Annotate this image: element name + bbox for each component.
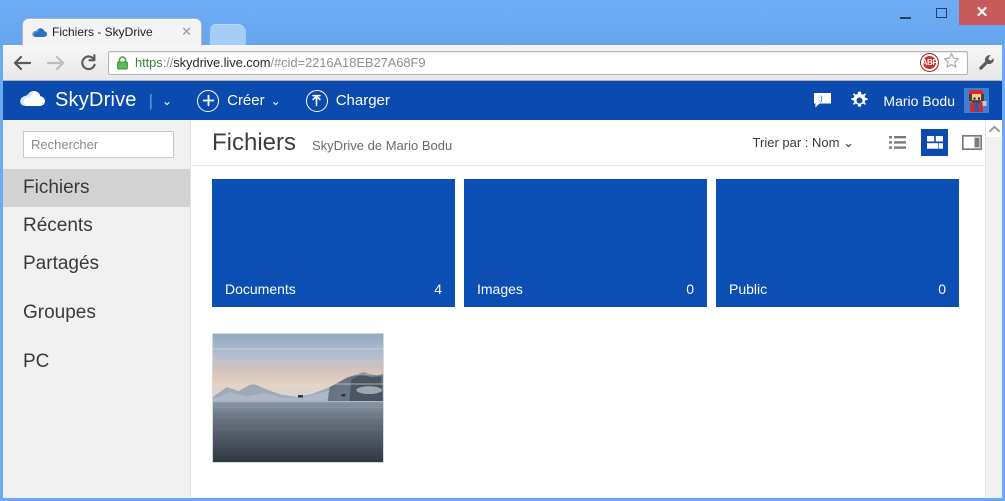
tile-count: 0 — [686, 281, 694, 297]
details-pane-icon — [961, 135, 982, 150]
chrome-menu-button[interactable] — [972, 54, 1002, 72]
create-label: Créer — [227, 92, 265, 109]
content-header: Fichiers SkyDrive de Mario Bodu Trier pa… — [191, 120, 985, 166]
url-path: /#cid=2216A18EB27A68F9 — [270, 55, 426, 70]
browser-window: ✕ Fichiers - SkyDrive ✕ https://skydrive… — [0, 0, 1005, 501]
upload-button[interactable]: Charger — [305, 89, 390, 112]
tile-footer: Public 0 — [716, 281, 959, 297]
list-view-button[interactable] — [884, 129, 911, 156]
wrench-icon — [979, 54, 994, 70]
folder-tile-images[interactable]: Images 0 — [464, 179, 707, 307]
star-icon[interactable] — [943, 52, 960, 74]
folder-tile-public[interactable]: Public 0 — [716, 179, 959, 307]
sidebar-item-label: PC — [23, 351, 50, 372]
reload-button[interactable] — [74, 49, 102, 77]
skydrive-cloud-logo-icon — [20, 90, 46, 112]
sidebar-item-label: Récents — [23, 215, 93, 236]
address-bar[interactable]: https://skydrive.live.com/#cid=2216A18EB… — [108, 50, 968, 75]
tile-footer: Documents 4 — [212, 281, 455, 297]
forward-button[interactable] — [41, 49, 69, 77]
search-box[interactable] — [23, 131, 222, 158]
upload-circle-icon — [305, 89, 328, 112]
tiles-view-icon — [926, 136, 943, 149]
sidebar-item-label: Partagés — [23, 253, 100, 274]
folder-tile-documents[interactable]: Documents 4 — [212, 179, 455, 307]
tile-name: Public — [729, 281, 768, 297]
sidebar-item-groupes[interactable]: Groupes — [3, 294, 190, 332]
tile-name: Documents — [225, 281, 296, 297]
chevron-up-icon — [988, 125, 1000, 132]
sidebar-divider-gap-2 — [3, 332, 190, 343]
browser-tab-skydrive[interactable]: Fichiers - SkyDrive ✕ — [22, 18, 202, 45]
back-button[interactable] — [8, 49, 36, 77]
tiles-view-button[interactable] — [921, 129, 948, 156]
sort-by-label: Trier par : Nom — [752, 134, 840, 150]
tab-strip: Fichiers - SkyDrive ✕ — [0, 18, 1005, 45]
page-title: Fichiers — [212, 128, 297, 156]
content-area: Fichiers SkyDrive de Mario Bodu Trier pa… — [191, 120, 1002, 498]
back-arrow-icon — [13, 55, 31, 70]
sidebar-item-label: Groupes — [23, 302, 96, 323]
content-header-actions: Trier par : Nom ⌄ — [753, 129, 985, 156]
sidebar-divider-gap — [3, 283, 190, 294]
mario-avatar[interactable] — [964, 88, 989, 113]
sidebar-item-fichiers[interactable]: Fichiers — [3, 169, 190, 207]
header-user-area: :) Mario Bodu — [813, 88, 1002, 113]
create-button[interactable]: Créer ⌄ — [197, 89, 281, 112]
new-tab-button[interactable] — [209, 24, 247, 45]
details-pane-button[interactable] — [958, 129, 985, 156]
upload-label: Charger — [335, 92, 390, 109]
url-scheme: https — [135, 55, 163, 70]
skydrive-body: Fichiers Récents Partagés Groupes PC — [3, 120, 1002, 498]
browser-toolbar: https://skydrive.live.com/#cid=2216A18EB… — [3, 45, 1002, 81]
chevron-down-icon: ⌄ — [843, 134, 854, 150]
adblock-plus-icon[interactable]: ABP — [921, 54, 938, 71]
skydrive-header: SkyDrive | ⌄ Créer ⌄ Charger:) Mario Bo… — [3, 81, 1002, 120]
sidebar-item-partages[interactable]: Partagés — [3, 245, 190, 283]
page-viewport: SkyDrive | ⌄ Créer ⌄ Charger:) Mario Bo… — [3, 81, 1002, 498]
svg-text::): :) — [818, 94, 823, 103]
folder-tiles: Documents 4 Images 0 Public 0 — [191, 166, 1002, 307]
sidebar: Fichiers Récents Partagés Groupes PC — [3, 120, 222, 498]
scrollbar-track[interactable] — [986, 137, 1002, 498]
sidebar-item-recents[interactable]: Récents — [3, 207, 190, 245]
reload-icon — [81, 53, 96, 70]
user-name[interactable]: Mario Bodu — [883, 93, 955, 109]
list-view-icon — [889, 136, 906, 149]
scrollbar-up-button[interactable] — [986, 120, 1002, 137]
tab-title: Fichiers - SkyDrive — [52, 25, 153, 39]
sort-by-dropdown[interactable]: Trier par : Nom ⌄ — [753, 135, 854, 151]
url-separator: :// — [162, 55, 174, 70]
maximize-icon — [935, 7, 947, 18]
tile-footer: Images 0 — [464, 281, 707, 297]
forward-arrow-icon — [46, 55, 64, 70]
brand-chevron-down-icon[interactable]: ⌄ — [162, 94, 172, 108]
sidebar-item-label: Fichiers — [23, 177, 90, 198]
tile-count: 4 — [434, 281, 442, 297]
url-text: https://skydrive.live.com/#cid=2216A18EB… — [135, 55, 921, 70]
messaging-icon[interactable]: :) — [813, 92, 832, 109]
gear-icon[interactable] — [850, 91, 869, 110]
create-chevron-down-icon: ⌄ — [270, 93, 281, 108]
skydrive-cloud-icon — [32, 27, 47, 38]
skydrive-brand[interactable]: SkyDrive | ⌄ — [20, 89, 172, 112]
skydrive-brand-name: SkyDrive — [55, 89, 137, 111]
tile-count: 0 — [938, 281, 946, 297]
fjord-sunset-photo[interactable] — [212, 333, 384, 463]
content-scrollbar[interactable] — [985, 120, 1002, 498]
plus-circle-icon — [197, 89, 220, 112]
sidebar-item-pc[interactable]: PC — [3, 343, 190, 381]
brand-divider: | — [148, 90, 154, 110]
tile-name: Images — [477, 281, 523, 297]
page-subtitle: SkyDrive de Mario Bodu — [312, 138, 453, 153]
photo-row — [191, 307, 1002, 463]
tab-close-icon[interactable]: ✕ — [178, 24, 195, 40]
search-input[interactable] — [31, 137, 207, 152]
secure-lock-icon — [116, 55, 129, 70]
url-host: skydrive.live.com — [173, 55, 271, 70]
